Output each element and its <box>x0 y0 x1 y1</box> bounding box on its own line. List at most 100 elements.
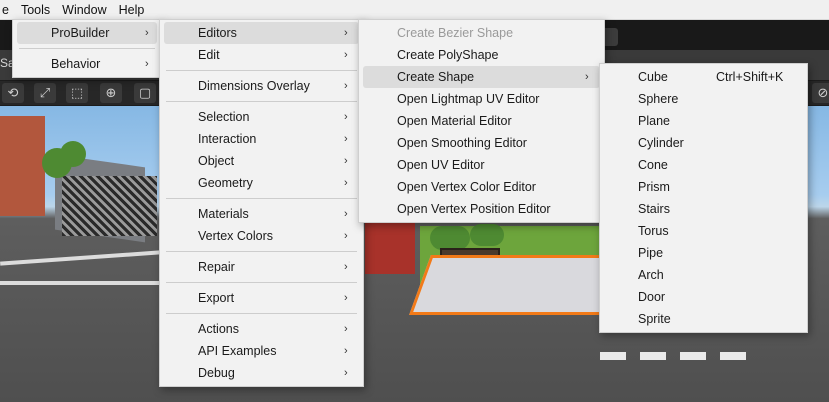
tree <box>60 141 86 167</box>
menu-item-door[interactable]: Door <box>604 286 803 308</box>
chevron-right-icon: › <box>344 49 348 61</box>
menu-item-cylinder[interactable]: Cylinder <box>604 132 803 154</box>
probuilder-menu: Editors › Edit › Dimensions Overlay › Se… <box>159 19 364 387</box>
chevron-right-icon: › <box>344 261 348 273</box>
menu-item-label: Create Bezier Shape <box>397 26 514 40</box>
menu-item-label: Stairs <box>638 202 670 216</box>
menu-help[interactable]: Help <box>113 0 151 20</box>
menu-item-prism[interactable]: Prism <box>604 176 803 198</box>
menu-window[interactable]: Window <box>56 0 112 20</box>
menu-item-label: Cone <box>638 158 668 172</box>
separator <box>166 198 357 199</box>
menu-item-label: Arch <box>638 268 664 282</box>
menu-item-sprite[interactable]: Sprite <box>604 308 803 330</box>
custom-tool-icon[interactable]: ▢ <box>134 83 156 103</box>
menu-item-object[interactable]: Object › <box>164 150 359 172</box>
menu-item-label: Actions <box>198 322 239 336</box>
menu-item-repair[interactable]: Repair › <box>164 256 359 278</box>
menu-item-open-lightmap-uv-editor[interactable]: Open Lightmap UV Editor <box>363 88 600 110</box>
chevron-right-icon: › <box>344 80 348 92</box>
fence <box>62 176 157 236</box>
chevron-right-icon: › <box>344 177 348 189</box>
menu-item-actions[interactable]: Actions › <box>164 318 359 340</box>
menu-item-edit[interactable]: Edit › <box>164 44 359 66</box>
menu-item-label: Open Vertex Color Editor <box>397 180 536 194</box>
chevron-right-icon: › <box>344 292 348 304</box>
visibility-icon[interactable]: ⊘ <box>812 83 829 103</box>
menu-item-label: Open Lightmap UV Editor <box>397 92 540 106</box>
menu-item-open-uv-editor[interactable]: Open UV Editor <box>363 154 600 176</box>
rotate-tool-icon[interactable]: ⟲ <box>2 83 24 103</box>
menu-item-pipe[interactable]: Pipe <box>604 242 803 264</box>
menu-item-label: Cube <box>638 70 668 84</box>
scene-tab-label[interactable]: Sa <box>0 56 12 70</box>
menu-item-api-examples[interactable]: API Examples › <box>164 340 359 362</box>
rect-tool-icon[interactable]: ⬚ <box>66 83 88 103</box>
menu-item-sphere[interactable]: Sphere <box>604 88 803 110</box>
chevron-right-icon: › <box>344 155 348 167</box>
menu-item-arch[interactable]: Arch <box>604 264 803 286</box>
separator <box>166 251 357 252</box>
menu-item-label: Open Smoothing Editor <box>397 136 527 150</box>
menu-item-selection[interactable]: Selection › <box>164 106 359 128</box>
menu-item-label: ProBuilder <box>51 26 110 40</box>
building <box>0 116 45 216</box>
menu-item-torus[interactable]: Torus <box>604 220 803 242</box>
chevron-right-icon: › <box>145 58 149 70</box>
chevron-right-icon: › <box>344 27 348 39</box>
crosswalk <box>640 352 666 360</box>
menu-item-cone[interactable]: Cone <box>604 154 803 176</box>
menu-item-label: Object <box>198 154 235 168</box>
menu-item-dimensions-overlay[interactable]: Dimensions Overlay › <box>164 75 359 97</box>
transform-tool-icon[interactable]: ⊕ <box>100 83 122 103</box>
menu-item-open-vertex-position-editor[interactable]: Open Vertex Position Editor <box>363 198 600 220</box>
menu-item-vertex-colors[interactable]: Vertex Colors › <box>164 225 359 247</box>
scale-tool-icon[interactable]: ⤢ <box>34 83 56 103</box>
menu-item-label: Editors <box>198 26 237 40</box>
menu-item-geometry[interactable]: Geometry › <box>164 172 359 194</box>
menu-tools[interactable]: Tools <box>15 0 56 20</box>
menu-item-editors[interactable]: Editors › <box>164 22 359 44</box>
menu-edit[interactable]: e <box>0 0 15 20</box>
menu-item-cube[interactable]: Cube Ctrl+Shift+K <box>604 66 803 88</box>
separator <box>166 70 357 71</box>
menu-item-behavior[interactable]: Behavior › <box>17 53 157 75</box>
menu-item-label: Create PolyShape <box>397 48 499 62</box>
shortcut-label: Ctrl+Shift+K <box>716 70 784 84</box>
menu-item-create-polyshape[interactable]: Create PolyShape <box>363 44 600 66</box>
separator <box>166 313 357 314</box>
menu-item-label: Sphere <box>638 92 679 106</box>
wall <box>365 218 415 274</box>
menu-item-label: Open UV Editor <box>397 158 485 172</box>
menu-item-label: Edit <box>198 48 220 62</box>
chevron-right-icon: › <box>585 71 589 83</box>
chevron-right-icon: › <box>344 323 348 335</box>
menu-item-label: Open Vertex Position Editor <box>397 202 551 216</box>
menu-item-open-material-editor[interactable]: Open Material Editor <box>363 110 600 132</box>
menu-item-label: Prism <box>638 180 670 194</box>
menu-item-materials[interactable]: Materials › <box>164 203 359 225</box>
menu-item-open-smoothing-editor[interactable]: Open Smoothing Editor <box>363 132 600 154</box>
menu-item-label: Sprite <box>638 312 671 326</box>
menu-item-plane[interactable]: Plane <box>604 110 803 132</box>
menu-item-label: Debug <box>198 366 235 380</box>
menu-item-label: Plane <box>638 114 670 128</box>
separator <box>166 101 357 102</box>
menu-item-label: Cylinder <box>638 136 684 150</box>
shrub <box>470 224 504 246</box>
menu-item-debug[interactable]: Debug › <box>164 362 359 384</box>
shrub <box>430 226 470 250</box>
road-marking <box>0 281 160 285</box>
menu-item-stairs[interactable]: Stairs <box>604 198 803 220</box>
editors-menu: Create Bezier Shape Create PolyShape Cre… <box>358 19 605 223</box>
menu-item-create-bezier-shape: Create Bezier Shape <box>363 22 600 44</box>
menu-item-label: Materials <box>198 207 249 221</box>
menu-item-open-vertex-color-editor[interactable]: Open Vertex Color Editor <box>363 176 600 198</box>
menu-item-probuilder[interactable]: ProBuilder › <box>17 22 157 44</box>
menu-item-export[interactable]: Export › <box>164 287 359 309</box>
menu-item-interaction[interactable]: Interaction › <box>164 128 359 150</box>
chevron-right-icon: › <box>344 230 348 242</box>
tools-menu: ProBuilder › Behavior › <box>12 19 162 78</box>
menu-item-create-shape[interactable]: Create Shape › <box>363 66 600 88</box>
menu-item-label: Interaction <box>198 132 257 146</box>
